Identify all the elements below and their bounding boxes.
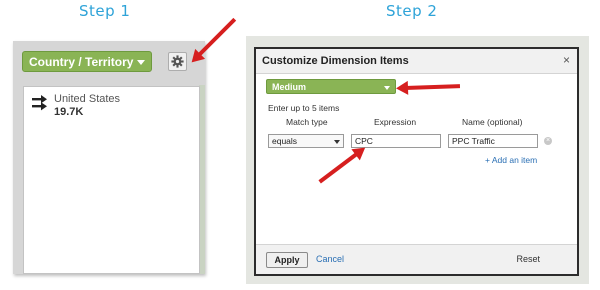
- customize-dimension-dialog: Customize Dimension Items × Medium Enter…: [254, 47, 579, 276]
- step-1-label: Step 1: [79, 2, 131, 20]
- red-arrow-gear: [196, 17, 237, 58]
- gear-icon: [171, 55, 184, 68]
- country-territory-button[interactable]: Country / Territory: [22, 51, 152, 72]
- expression-header: Expression: [374, 117, 417, 127]
- medium-dimension-button[interactable]: Medium: [266, 79, 396, 94]
- apply-button[interactable]: Apply: [266, 252, 308, 268]
- match-type-value: equals: [272, 136, 298, 146]
- cancel-link[interactable]: Cancel: [316, 254, 344, 264]
- match-type-select[interactable]: equals: [268, 134, 344, 148]
- settings-gear-button[interactable]: [168, 52, 187, 71]
- arrows-icon: [32, 95, 47, 111]
- chevron-down-icon: [334, 140, 340, 144]
- reset-link[interactable]: Reset: [516, 254, 540, 264]
- dimension-button-label: Country / Territory: [29, 55, 134, 69]
- step-1-panel: Country / Territory United States 19.7K: [13, 41, 205, 274]
- medium-button-label: Medium: [272, 82, 307, 92]
- dialog-footer: Apply Cancel Reset: [256, 244, 577, 274]
- match-type-header: Match type: [286, 117, 328, 127]
- chevron-down-icon: [137, 60, 145, 65]
- name-header: Name (optional): [462, 117, 523, 127]
- country-label[interactable]: United States: [54, 93, 120, 105]
- step-2-label: Step 2: [386, 2, 438, 20]
- country-value: 19.7K: [54, 106, 84, 118]
- add-item-link[interactable]: + Add an item: [485, 155, 537, 165]
- dialog-title: Customize Dimension Items: [262, 55, 409, 67]
- remove-icon[interactable]: ×: [544, 137, 552, 145]
- results-card: United States 19.7K: [23, 86, 200, 274]
- chevron-down-icon: [384, 86, 390, 90]
- close-icon[interactable]: ×: [563, 53, 570, 67]
- dialog-title-bar: Customize Dimension Items ×: [256, 49, 577, 74]
- name-input[interactable]: PPC Traffic: [448, 134, 538, 148]
- instruction-text: Enter up to 5 items: [268, 103, 340, 113]
